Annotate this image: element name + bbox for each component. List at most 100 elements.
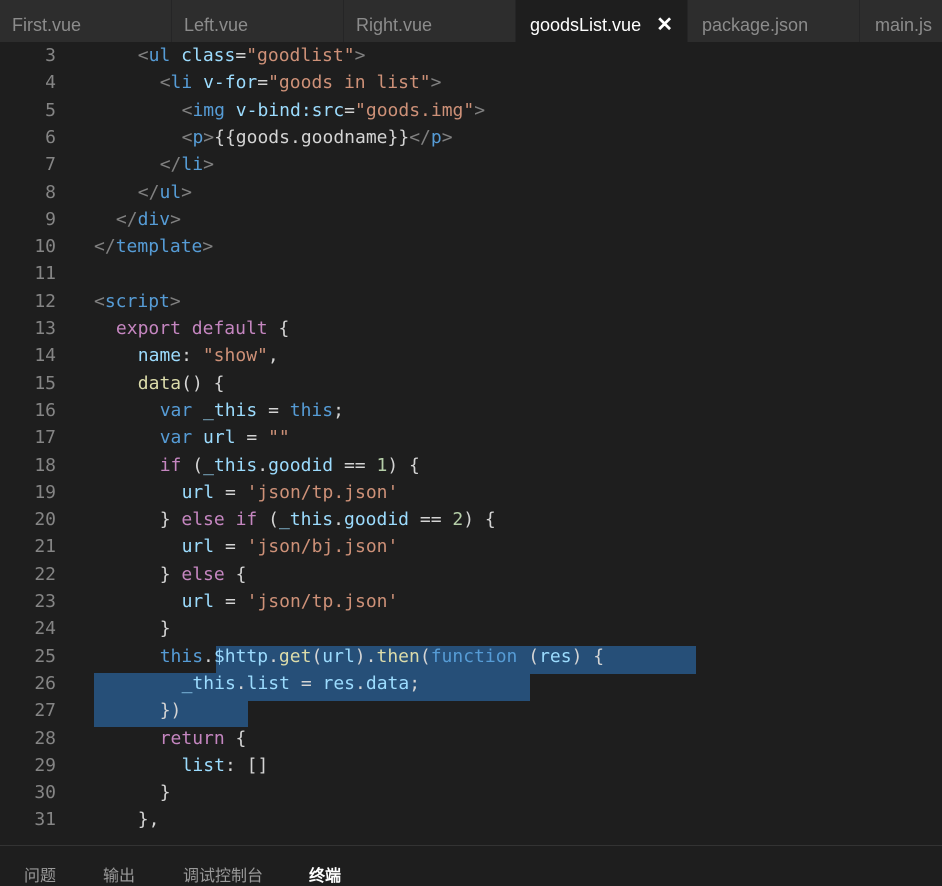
line-number: 17 bbox=[34, 427, 56, 449]
code-text: return { bbox=[160, 725, 247, 752]
code-token: () { bbox=[181, 372, 225, 394]
code-line[interactable]: 5 <img v-bind:src="goods.img"> bbox=[0, 97, 942, 124]
code-line[interactable]: 12 <script> bbox=[0, 288, 942, 315]
code-token: ( bbox=[181, 454, 204, 476]
code-line[interactable]: 24} bbox=[0, 615, 942, 642]
code-editor[interactable]: 3 <ul class="goodlist"> 4 <li v-for="goods … bbox=[0, 42, 942, 845]
tab-label: main.js bbox=[875, 15, 933, 35]
code-line[interactable]: 28 return { bbox=[0, 725, 942, 752]
code-token: goodid bbox=[268, 454, 334, 476]
code-line[interactable]: 16 var _this = this; bbox=[0, 397, 942, 424]
code-token: < bbox=[94, 290, 105, 312]
code-token: , bbox=[267, 345, 279, 367]
code-token: {{goods.goodname}} bbox=[214, 126, 410, 148]
code-line[interactable]: 22} else { bbox=[0, 561, 942, 588]
line-number: 21 bbox=[34, 536, 56, 558]
code-line[interactable]: 23 url = 'json/tp.json' bbox=[0, 588, 942, 615]
code-token: _this bbox=[278, 509, 334, 531]
line-number: 28 bbox=[34, 727, 56, 749]
code-token: 1 bbox=[376, 454, 388, 476]
code-token: 'json/tp.json' bbox=[246, 591, 399, 612]
code-token: data bbox=[365, 672, 410, 694]
code-token: }) bbox=[159, 700, 182, 722]
code-token: == bbox=[333, 454, 377, 476]
code-token: < bbox=[159, 72, 171, 94]
panel-tab-output[interactable]: 输出 bbox=[103, 862, 135, 886]
code-token: p bbox=[192, 126, 204, 148]
code-token: { bbox=[224, 727, 247, 749]
code-token: > bbox=[169, 290, 181, 312]
code-token: = bbox=[257, 72, 269, 94]
code-text: var url = "" bbox=[160, 424, 290, 451]
code-text: } bbox=[160, 615, 171, 642]
code-line[interactable]: 10 </template> bbox=[0, 233, 942, 260]
line-number: 6 bbox=[45, 126, 56, 148]
code-line[interactable]: 26 _this.list = res.data; bbox=[0, 670, 942, 697]
code-token: } bbox=[159, 618, 171, 640]
code-token: : bbox=[181, 345, 203, 367]
code-token: . bbox=[203, 645, 214, 667]
code-token: _this bbox=[181, 672, 236, 694]
code-line[interactable]: 25 this.$http.get(url).then(function (res… bbox=[0, 643, 942, 670]
code-line[interactable]: 29 list: [] bbox=[0, 752, 942, 779]
line-number: 11 bbox=[34, 263, 56, 285]
line-number: 23 bbox=[34, 591, 56, 612]
code-line[interactable]: 11 bbox=[0, 260, 942, 287]
code-line[interactable]: 27}) bbox=[0, 697, 942, 724]
code-token: url bbox=[181, 481, 215, 503]
panel-tab-terminal[interactable]: 终端 bbox=[309, 862, 341, 886]
panel-tab-problems[interactable]: 问题 bbox=[24, 862, 56, 886]
code-token: var bbox=[159, 399, 193, 421]
code-text: } else { bbox=[160, 561, 247, 588]
code-token: url bbox=[181, 536, 215, 558]
code-text: this.$http.get(url).then(function (res) … bbox=[160, 643, 604, 670]
code-token: "" bbox=[268, 427, 290, 449]
code-text: url = 'json/tp.json' bbox=[182, 588, 399, 615]
line-number: 25 bbox=[34, 645, 56, 667]
code-line[interactable]: 4 <li v-for="goods in list"> bbox=[0, 69, 942, 96]
code-token: res bbox=[322, 672, 356, 694]
code-line[interactable]: 20} else if (_this.goodid == 2) { bbox=[0, 506, 942, 533]
code-text: <li v-for="goods in list"> bbox=[160, 69, 442, 96]
code-token: class bbox=[181, 45, 236, 66]
code-token: if bbox=[235, 509, 258, 531]
code-token: default bbox=[191, 318, 268, 339]
code-line[interactable]: 31}, bbox=[0, 806, 942, 833]
line-number: 5 bbox=[45, 99, 56, 121]
panel-tab-debug-console[interactable]: 调试控制台 bbox=[183, 862, 263, 886]
code-token: : [] bbox=[224, 754, 269, 776]
code-line[interactable]: 9 </div> bbox=[0, 206, 942, 233]
code-line[interactable]: 7 </li> bbox=[0, 151, 942, 178]
code-token: </ bbox=[137, 181, 160, 203]
code-line[interactable]: 18 if (_this.goodid == 1) { bbox=[0, 452, 942, 479]
code-line[interactable]: 6 <p>{{goods.goodname}}</p> bbox=[0, 124, 942, 151]
tab-label: First.vue bbox=[12, 15, 82, 35]
code-text: <img v-bind:src="goods.img"> bbox=[182, 97, 485, 124]
code-token: data bbox=[137, 372, 182, 394]
line-number: 10 bbox=[34, 236, 56, 258]
code-line[interactable]: 13 export default { bbox=[0, 315, 942, 342]
code-text: <ul class="goodlist"> bbox=[138, 42, 366, 69]
code-token: = bbox=[289, 672, 323, 694]
code-token: ) { bbox=[463, 509, 496, 531]
code-text: var _this = this; bbox=[160, 397, 344, 424]
code-text: }) bbox=[160, 697, 182, 724]
code-token: > bbox=[181, 181, 193, 203]
code-line[interactable]: 3 <ul class="goodlist"> bbox=[0, 42, 942, 69]
code-token: = bbox=[257, 399, 290, 421]
line-number: 8 bbox=[45, 181, 56, 203]
tab-label: package.json bbox=[702, 15, 809, 35]
code-text: url = 'json/bj.json' bbox=[182, 533, 399, 560]
code-line[interactable]: 30} bbox=[0, 779, 942, 806]
code-token: < bbox=[137, 45, 149, 66]
code-token: this bbox=[159, 645, 204, 667]
code-line[interactable]: 17 var url = "" bbox=[0, 424, 942, 451]
code-line[interactable]: 19 url = 'json/tp.json' bbox=[0, 479, 942, 506]
code-line[interactable]: 21 url = 'json/bj.json' bbox=[0, 533, 942, 560]
code-line[interactable]: 15 data() { bbox=[0, 370, 942, 397]
code-line[interactable]: 8 </ul> bbox=[0, 179, 942, 206]
code-token: ) { bbox=[387, 454, 420, 476]
code-line[interactable]: 14 name: "show", bbox=[0, 342, 942, 369]
code-text: </li> bbox=[160, 151, 214, 178]
